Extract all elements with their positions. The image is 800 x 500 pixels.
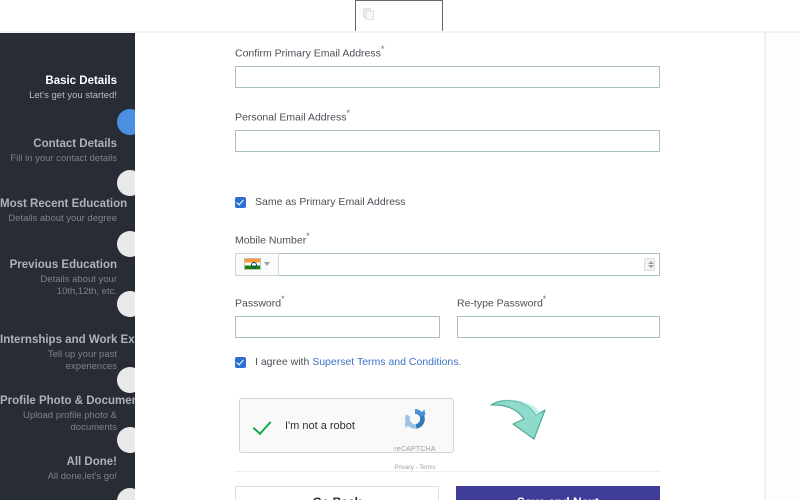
step-title: Basic Details bbox=[45, 75, 117, 87]
checkbox-checked-icon[interactable] bbox=[235, 356, 246, 368]
recaptcha-logo-icon bbox=[404, 409, 426, 429]
browser-tab-bar bbox=[0, 0, 800, 33]
recaptcha-branding: reCAPTCHA Privacy - Terms bbox=[386, 405, 444, 474]
field-password: Password* bbox=[235, 293, 440, 338]
step-dot-contact-details[interactable] bbox=[117, 170, 135, 196]
retype-password-input[interactable] bbox=[457, 315, 660, 338]
step-title: All Done! bbox=[66, 456, 117, 468]
india-flag-icon bbox=[244, 258, 261, 270]
field-label: Mobile Number* bbox=[235, 231, 310, 247]
step-title: Most Recent Education bbox=[0, 198, 128, 210]
field-label: Re-type Password* bbox=[457, 294, 547, 310]
step-subtitle: Details about your degree bbox=[8, 213, 117, 224]
sidebar-item-contact-details[interactable]: Contact Details Fill in your contact det… bbox=[0, 137, 135, 165]
field-retype-password: Re-type Password* bbox=[457, 293, 660, 338]
required-marker: * bbox=[306, 231, 310, 241]
step-dot-most-recent-education[interactable] bbox=[117, 231, 135, 257]
onboarding-stepper-sidebar: Basic Details Let's get you started! Con… bbox=[0, 33, 135, 500]
checkbox-checked-icon[interactable] bbox=[235, 196, 246, 208]
screenshot-root: Basic Details Let's get you started! Con… bbox=[0, 0, 800, 500]
terms-text: I agree with Superset Terms and Conditio… bbox=[255, 356, 461, 368]
browser-tab[interactable] bbox=[355, 0, 443, 32]
document-icon bbox=[363, 8, 374, 20]
field-personal-email: Personal Email Address* bbox=[235, 107, 660, 152]
step-subtitle: Tell up your past experiences bbox=[47, 349, 117, 372]
chevron-down-icon bbox=[264, 262, 270, 266]
form-divider bbox=[235, 471, 660, 472]
step-subtitle: All done,let's go! bbox=[47, 471, 117, 482]
field-mobile-number: Mobile Number* bbox=[235, 230, 660, 276]
field-label: Confirm Primary Email Address* bbox=[235, 44, 385, 60]
sidebar-item-work-experience[interactable]: Internships and Work Experience Tell up … bbox=[0, 333, 135, 373]
sidebar-item-photo-documents[interactable]: Profile Photo & Documents Upload profile… bbox=[0, 394, 135, 434]
step-subtitle: Let's get you started! bbox=[29, 90, 117, 101]
required-marker: * bbox=[346, 108, 350, 118]
save-and-next-button[interactable]: Save and Next bbox=[456, 486, 660, 500]
mobile-number-input[interactable] bbox=[279, 252, 660, 276]
same-as-primary-label: Same as Primary Email Address bbox=[255, 196, 406, 208]
confirm-primary-email-input[interactable] bbox=[235, 65, 660, 88]
form-actions: Go Back Save and Next bbox=[235, 486, 660, 500]
field-confirm-primary-email: Confirm Primary Email Address* bbox=[235, 43, 660, 88]
step-title: Profile Photo & Documents bbox=[0, 395, 135, 407]
country-code-selector[interactable] bbox=[235, 252, 279, 276]
recaptcha-checked-icon[interactable] bbox=[253, 415, 275, 437]
required-marker: * bbox=[542, 294, 547, 304]
step-subtitle: Upload profile photo & documents bbox=[22, 410, 117, 433]
step-subtitle: Details about your 10th,12th, etc. bbox=[40, 274, 117, 297]
terms-link[interactable]: Superset Terms and Conditions. bbox=[312, 356, 461, 368]
vertical-scrollbar[interactable] bbox=[765, 33, 800, 500]
password-input[interactable] bbox=[235, 315, 440, 338]
step-dot-previous-education[interactable] bbox=[117, 291, 135, 317]
number-stepper-icon[interactable] bbox=[644, 257, 655, 271]
go-back-button[interactable]: Go Back bbox=[235, 486, 439, 500]
step-title: Internships and Work Experience bbox=[0, 334, 135, 346]
personal-email-input[interactable] bbox=[235, 129, 660, 152]
required-marker: * bbox=[281, 294, 285, 304]
field-label: Password* bbox=[235, 294, 285, 310]
recaptcha-label: I'm not a robot bbox=[285, 419, 355, 432]
sidebar-item-previous-education[interactable]: Previous Education Details about your 10… bbox=[0, 258, 135, 298]
step-subtitle: Fill in your contact details bbox=[10, 153, 117, 164]
step-dot-photo-documents[interactable] bbox=[117, 427, 135, 453]
required-marker: * bbox=[380, 44, 385, 54]
field-label: Personal Email Address* bbox=[235, 108, 350, 124]
step-title: Previous Education bbox=[9, 259, 117, 271]
scrollbar-track-edge bbox=[765, 33, 766, 500]
page-viewport: Basic Details Let's get you started! Con… bbox=[0, 33, 800, 500]
sidebar-item-basic-details[interactable]: Basic Details Let's get you started! bbox=[0, 74, 135, 102]
terms-prefix: I agree with bbox=[255, 356, 310, 368]
step-dot-basic-details[interactable] bbox=[117, 109, 135, 135]
same-as-primary-checkbox-row[interactable]: Same as Primary Email Address bbox=[235, 196, 406, 208]
step-dot-work-experience[interactable] bbox=[117, 367, 135, 393]
phone-input-group bbox=[235, 252, 660, 276]
step-dot-all-done[interactable] bbox=[117, 488, 135, 500]
sidebar-item-all-done[interactable]: All Done! All done,let's go! bbox=[0, 455, 135, 483]
sidebar-item-most-recent-education[interactable]: Most Recent Education Details about your… bbox=[0, 197, 135, 225]
recaptcha-widget[interactable]: I'm not a robot reCAPTCHA Privacy - Term… bbox=[239, 398, 454, 471]
step-title: Contact Details bbox=[33, 138, 117, 150]
basic-details-form-panel: Confirm Primary Email Address* Personal … bbox=[135, 33, 765, 500]
terms-checkbox-row[interactable]: I agree with Superset Terms and Conditio… bbox=[235, 356, 461, 368]
recaptcha-brand-name: reCAPTCHA bbox=[394, 446, 436, 453]
